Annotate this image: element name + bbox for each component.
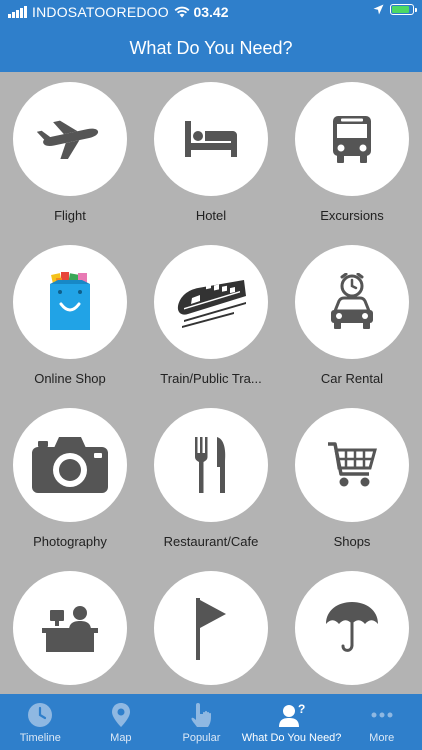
category-label: Train/Public Tra... [160, 371, 262, 386]
category-label: Flight [54, 208, 86, 223]
tab-label: Timeline [19, 732, 61, 744]
flight-circle[interactable] [13, 82, 127, 196]
category-hotel[interactable]: Hotel [141, 72, 281, 232]
restaurant-circle[interactable] [154, 408, 268, 522]
bus-icon [333, 116, 371, 163]
weather-circle[interactable] [295, 571, 409, 685]
train-icon [177, 280, 246, 328]
tab-what-do-you-need[interactable]: ? What Do You Need? [242, 694, 342, 750]
excursions-circle[interactable] [295, 82, 409, 196]
flag-icon [196, 598, 226, 660]
category-photography[interactable]: Photography [0, 398, 140, 558]
category-label: Hotel [195, 208, 227, 223]
category-weather[interactable] [282, 561, 422, 694]
tab-label: Popular [182, 732, 221, 744]
carrier-name: INDOSATOOREDOO [32, 4, 169, 20]
status-bar: INDOSATOOREDOO 03.42 [0, 0, 422, 24]
svg-text:?: ? [298, 702, 305, 716]
train-circle[interactable] [154, 245, 268, 359]
category-flight[interactable]: Flight [0, 72, 140, 232]
online-shop-circle[interactable] [13, 245, 127, 359]
hand-pointer-icon [191, 703, 212, 727]
tab-more[interactable]: More [341, 694, 422, 750]
category-shops[interactable]: Shops [282, 398, 422, 558]
camera-icon [32, 437, 108, 493]
tab-label: Map [110, 732, 132, 744]
umbrella-icon [326, 602, 378, 652]
battery-icon [390, 4, 417, 15]
category-car-rental[interactable]: Car Rental [282, 235, 422, 395]
category-reception[interactable] [0, 561, 140, 694]
category-label: Car Rental [320, 371, 384, 386]
category-label: Restaurant/Cafe [163, 534, 259, 549]
hotel-circle[interactable] [154, 82, 268, 196]
car-rental-circle[interactable] [295, 245, 409, 359]
reception-circle[interactable] [13, 571, 127, 685]
map-pin-icon [111, 703, 130, 727]
clock-icon [28, 703, 53, 727]
user-question-icon: ? [278, 702, 305, 727]
category-label: Photography [33, 534, 107, 549]
wifi-icon [174, 6, 190, 18]
location-arrow-icon [373, 4, 384, 15]
car-rental-icon [331, 273, 373, 329]
shopping-bag-icon [50, 272, 90, 330]
reception-desk-icon [42, 606, 98, 652]
more-icon [371, 712, 393, 718]
category-label: Online Shop [34, 371, 106, 386]
nav-bar: What Do You Need? [0, 24, 422, 72]
tab-map[interactable]: Map [81, 694, 162, 750]
photography-circle[interactable] [13, 408, 127, 522]
category-restaurant[interactable]: Restaurant/Cafe [141, 398, 281, 558]
tab-timeline[interactable]: Timeline [0, 694, 81, 750]
bed-icon [185, 121, 237, 157]
tab-popular[interactable]: Popular [161, 694, 242, 750]
tab-label: More [369, 732, 395, 744]
category-label: Excursions [320, 208, 384, 223]
shops-circle[interactable] [295, 408, 409, 522]
fork-knife-icon [195, 437, 226, 493]
tab-label: What Do You Need? [241, 732, 342, 744]
landmark-circle[interactable] [154, 571, 268, 685]
category-excursions[interactable]: Excursions [282, 72, 422, 232]
category-online-shop[interactable]: Online Shop [0, 235, 140, 395]
category-train[interactable]: Train/Public Tra... [141, 235, 281, 395]
category-grid: Flight Hotel Excursions Online Shop Trai… [0, 72, 422, 694]
category-landmark[interactable] [141, 561, 281, 694]
shopping-cart-icon [328, 442, 377, 487]
tab-bar: Timeline Map Popular ? What Do You Need?… [0, 694, 422, 750]
signal-icon [8, 6, 27, 18]
airplane-icon [37, 120, 99, 159]
page-title: What Do You Need? [129, 37, 293, 58]
category-label: Shops [333, 534, 371, 549]
